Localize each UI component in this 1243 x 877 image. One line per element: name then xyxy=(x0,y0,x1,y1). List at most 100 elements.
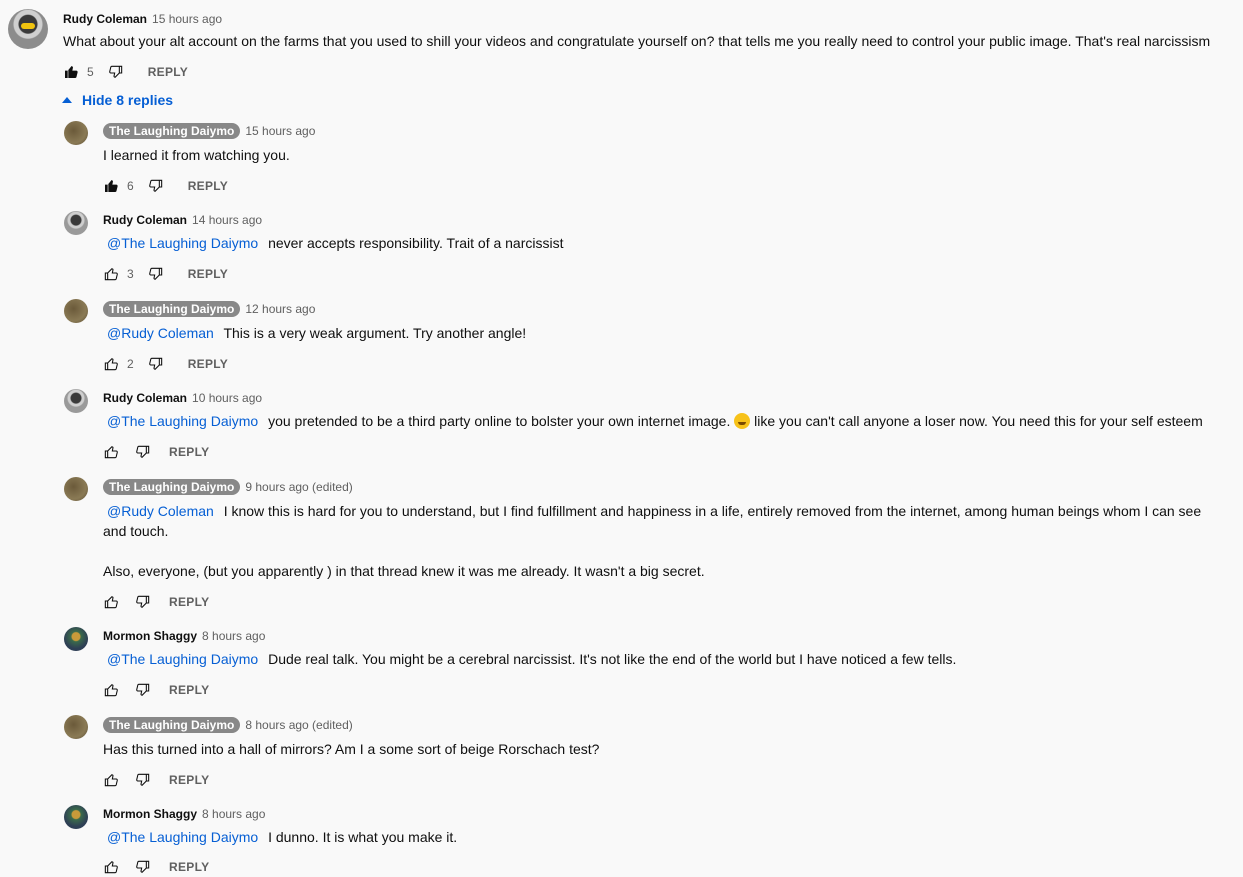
timestamp[interactable]: 14 hours ago xyxy=(192,213,262,227)
author-name[interactable]: The Laughing Daiymo xyxy=(103,123,241,139)
avatar[interactable] xyxy=(64,805,88,829)
reply-button[interactable]: REPLY xyxy=(188,357,228,371)
comment-body: you pretended to be a third party online… xyxy=(268,413,731,429)
author-line: Mormon Shaggy 8 hours ago xyxy=(103,627,265,645)
timestamp[interactable]: 15 hours ago xyxy=(245,124,315,138)
comment-actions: 6 REPLY xyxy=(103,176,228,196)
dislike-icon[interactable] xyxy=(148,178,164,194)
avatar[interactable] xyxy=(64,211,88,235)
dislike-icon[interactable] xyxy=(148,356,164,372)
like-icon[interactable] xyxy=(103,178,119,194)
like-count: 3 xyxy=(127,267,134,281)
author-name[interactable]: Mormon Shaggy xyxy=(103,807,197,821)
avatar[interactable] xyxy=(64,299,88,323)
comment-actions: REPLY xyxy=(103,770,209,790)
comment-actions: REPLY xyxy=(103,592,209,612)
comment-actions: 2 REPLY xyxy=(103,354,228,374)
comment-body: Dude real talk. You might be a cerebral … xyxy=(268,651,957,667)
comment-actions: REPLY xyxy=(103,680,209,700)
like-icon[interactable] xyxy=(103,356,119,372)
like-count: 5 xyxy=(87,65,94,79)
timestamp[interactable]: 15 hours ago xyxy=(152,12,222,26)
author-name[interactable]: The Laughing Daiymo xyxy=(103,301,241,317)
comment-text: I learned it from watching you. xyxy=(103,147,290,163)
reply-button[interactable]: REPLY xyxy=(148,65,188,79)
author-line: The Laughing Daiymo 15 hours ago xyxy=(103,122,315,140)
like-icon[interactable] xyxy=(103,444,119,460)
timestamp[interactable]: 12 hours ago xyxy=(245,302,315,316)
author-line: The Laughing Daiymo 12 hours ago xyxy=(103,300,315,318)
mention-link[interactable]: @The Laughing Daiymo xyxy=(103,829,258,845)
chevron-up-icon xyxy=(62,97,72,103)
reply-button[interactable]: REPLY xyxy=(188,179,228,193)
author-name[interactable]: The Laughing Daiymo xyxy=(103,717,241,733)
timestamp[interactable]: 8 hours ago xyxy=(202,629,265,643)
comment-text: @Rudy Coleman I know this is hard for yo… xyxy=(103,501,1228,541)
author-line: Rudy Coleman 14 hours ago xyxy=(103,211,262,229)
mention-link[interactable]: @Rudy Coleman xyxy=(103,503,214,519)
author-line: The Laughing Daiymo 9 hours ago (edited) xyxy=(103,478,353,496)
author-name[interactable]: The Laughing Daiymo xyxy=(103,479,241,495)
dislike-icon[interactable] xyxy=(108,64,124,80)
mention-link[interactable]: @The Laughing Daiymo xyxy=(103,235,258,251)
rofl-emoji-icon xyxy=(734,413,751,429)
comment-text: @The Laughing Daiymo I dunno. It is what… xyxy=(103,827,457,847)
author-name[interactable]: Rudy Coleman xyxy=(103,213,187,227)
dislike-icon[interactable] xyxy=(135,444,151,460)
avatar[interactable] xyxy=(64,477,88,501)
reply-button[interactable]: REPLY xyxy=(169,683,209,697)
comment-text: @The Laughing Daiymo Dude real talk. You… xyxy=(103,649,956,669)
author-line: The Laughing Daiymo 8 hours ago (edited) xyxy=(103,716,353,734)
author-name[interactable]: Mormon Shaggy xyxy=(103,629,197,643)
comment-body-continued: like you can't call anyone a loser now. … xyxy=(754,413,1203,429)
avatar[interactable] xyxy=(64,389,88,413)
mention-link[interactable]: @The Laughing Daiymo xyxy=(103,651,258,667)
avatar[interactable] xyxy=(8,9,48,49)
like-icon[interactable] xyxy=(103,859,119,875)
avatar[interactable] xyxy=(64,121,88,145)
reply-button[interactable]: REPLY xyxy=(188,267,228,281)
timestamp[interactable]: 10 hours ago xyxy=(192,391,262,405)
mention-link[interactable]: @Rudy Coleman xyxy=(103,325,214,341)
dislike-icon[interactable] xyxy=(135,682,151,698)
comment-text: What about your alt account on the farms… xyxy=(63,33,1211,49)
like-icon[interactable] xyxy=(63,64,79,80)
comment-actions: REPLY xyxy=(103,442,209,462)
reply-button[interactable]: REPLY xyxy=(169,595,209,609)
timestamp[interactable]: 9 hours ago (edited) xyxy=(245,480,352,494)
author-line: Rudy Coleman 10 hours ago xyxy=(103,389,262,407)
comment-body: This is a very weak argument. Try anothe… xyxy=(223,325,527,341)
comment-body: never accepts responsibility. Trait of a… xyxy=(268,235,564,251)
like-icon[interactable] xyxy=(103,266,119,282)
timestamp[interactable]: 8 hours ago (edited) xyxy=(245,718,352,732)
reply-button[interactable]: REPLY xyxy=(169,445,209,459)
dislike-icon[interactable] xyxy=(135,772,151,788)
comment-text: @The Laughing Daiymo never accepts respo… xyxy=(103,233,564,253)
mention-link[interactable]: @The Laughing Daiymo xyxy=(103,413,258,429)
timestamp[interactable]: 8 hours ago xyxy=(202,807,265,821)
author-name[interactable]: Rudy Coleman xyxy=(63,12,147,26)
author-line: Mormon Shaggy 8 hours ago xyxy=(103,805,265,823)
like-count: 2 xyxy=(127,357,134,371)
dislike-icon[interactable] xyxy=(135,859,151,875)
reply-button[interactable]: REPLY xyxy=(169,773,209,787)
dislike-icon[interactable] xyxy=(135,594,151,610)
like-icon[interactable] xyxy=(103,594,119,610)
author-name[interactable]: Rudy Coleman xyxy=(103,391,187,405)
comment-text-paragraph: Also, everyone, (but you apparently ) in… xyxy=(103,563,705,579)
comment-body: I know this is hard for you to understan… xyxy=(103,503,1202,539)
avatar[interactable] xyxy=(64,715,88,739)
reply-button[interactable]: REPLY xyxy=(169,860,209,874)
like-icon[interactable] xyxy=(103,772,119,788)
like-count: 6 xyxy=(127,179,134,193)
comment-text: Has this turned into a hall of mirrors? … xyxy=(103,741,600,757)
avatar[interactable] xyxy=(64,627,88,651)
hide-replies-button[interactable]: Hide 8 replies xyxy=(62,92,173,108)
comment-actions: REPLY xyxy=(103,857,209,877)
comment-text: @Rudy Coleman This is a very weak argume… xyxy=(103,323,526,343)
hide-replies-label: Hide 8 replies xyxy=(82,92,174,108)
comment-actions: 3 REPLY xyxy=(103,264,228,284)
dislike-icon[interactable] xyxy=(148,266,164,282)
comment-actions: 5 REPLY xyxy=(63,62,188,82)
like-icon[interactable] xyxy=(103,682,119,698)
